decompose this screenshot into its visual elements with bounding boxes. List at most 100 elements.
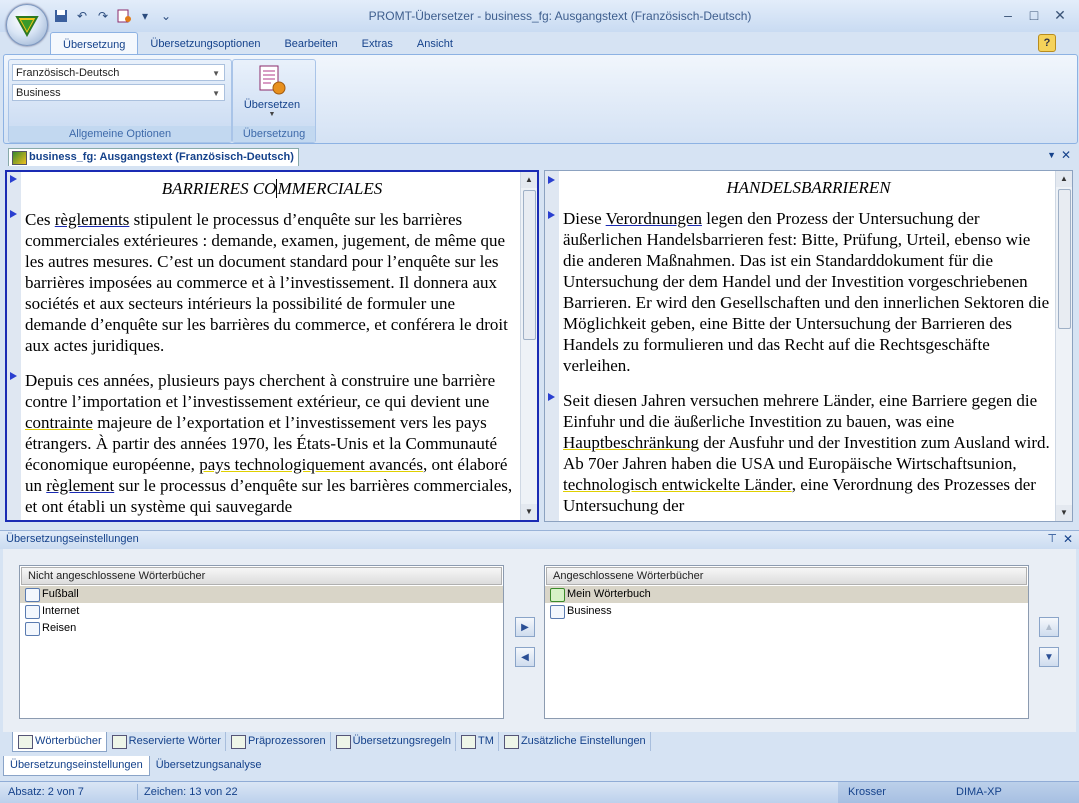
minimize-button[interactable]: – bbox=[994, 4, 1022, 26]
unconnected-dictionaries-list[interactable]: Nicht angeschlossene Wörterbücher Fußbal… bbox=[19, 565, 504, 719]
source-text-pane[interactable]: BARRIERES COMMERCIALES Ces règlements st… bbox=[5, 170, 539, 522]
chevron-down-icon: ▼ bbox=[268, 111, 276, 118]
app-menu-button[interactable] bbox=[6, 4, 48, 46]
language-pair-value: Französisch-Deutsch bbox=[16, 67, 120, 79]
dictionary-icon bbox=[550, 605, 565, 619]
settings-tabs: Wörterbücher Reservierte Wörter Präproze… bbox=[12, 732, 651, 752]
ribbon-tabs: Übersetzung Übersetzungsoptionen Bearbei… bbox=[50, 32, 465, 55]
tab-reservierte-woerter[interactable]: Reservierte Wörter bbox=[107, 732, 226, 751]
highlighted-word: pays technologiquement avancés bbox=[199, 455, 423, 474]
customize-qat-icon[interactable]: ⌄ bbox=[157, 7, 175, 25]
undo-icon[interactable]: ↶ bbox=[73, 7, 91, 25]
status-divider bbox=[137, 784, 138, 800]
paragraph-marker-icon bbox=[548, 211, 555, 219]
close-document-icon[interactable]: ✕ bbox=[1061, 148, 1071, 162]
list-item[interactable]: Business bbox=[545, 603, 1028, 620]
language-pair-select[interactable]: Französisch-Deutsch ▼ bbox=[12, 64, 225, 81]
tab-tm[interactable]: TM bbox=[456, 732, 499, 751]
tab-uebersetzungsregeln[interactable]: Übersetzungsregeln bbox=[331, 732, 457, 751]
settings-tools-icon bbox=[503, 735, 519, 749]
settings-panel-title: Übersetzungseinstellungen bbox=[6, 533, 139, 545]
rules-icon bbox=[335, 735, 351, 749]
tab-bearbeiten[interactable]: Bearbeiten bbox=[272, 32, 349, 54]
source-paragraph-2: Depuis ces années, plusieurs pays cherch… bbox=[25, 371, 513, 516]
subject-value: Business bbox=[16, 87, 61, 99]
list-item[interactable]: Fußball bbox=[20, 586, 503, 603]
dropdown-arrow-icon[interactable]: ▾ bbox=[136, 7, 154, 25]
source-scrollbar[interactable]: ▲ ▼ bbox=[520, 172, 537, 520]
source-paragraph-1: Ces règlements stipulent le processus d’… bbox=[25, 210, 508, 355]
subject-select[interactable]: Business ▼ bbox=[12, 84, 225, 101]
pin-icon[interactable]: ⊤ bbox=[1047, 532, 1057, 545]
list-item[interactable]: Mein Wörterbuch bbox=[545, 586, 1028, 603]
translate-icon bbox=[259, 65, 286, 95]
list-item[interactable]: Reisen bbox=[20, 620, 503, 637]
list-header: Nicht angeschlossene Wörterbücher bbox=[21, 567, 502, 585]
status-paragraph: Absatz: 2 von 7 bbox=[8, 786, 84, 798]
ribbon: Französisch-Deutsch ▼ Business ▼ Allgeme… bbox=[3, 54, 1078, 144]
move-down-button[interactable]: ▼ bbox=[1039, 647, 1059, 667]
document-tab-bar: business_fg: Ausgangstext (Französisch-D… bbox=[3, 148, 1076, 166]
tab-extras[interactable]: Extras bbox=[350, 32, 405, 54]
scroll-thumb[interactable] bbox=[1058, 189, 1071, 329]
translate-button[interactable]: Übersetzen ▼ bbox=[239, 64, 305, 124]
tab-uebersetzungsanalyse[interactable]: Übersetzungsanalyse bbox=[150, 756, 268, 775]
document-tab[interactable]: business_fg: Ausgangstext (Französisch-D… bbox=[8, 148, 299, 166]
close-panel-icon[interactable]: ✕ bbox=[1063, 532, 1073, 546]
unknown-word: règlements bbox=[54, 210, 130, 229]
status-bar: Absatz: 2 von 7 Zeichen: 13 von 22 Kross… bbox=[0, 781, 1079, 803]
target-scrollbar[interactable]: ▲ ▼ bbox=[1055, 171, 1072, 521]
chevron-down-icon: ▼ bbox=[212, 69, 220, 78]
panel-tabs: Übersetzungseinstellungen Übersetzungsan… bbox=[3, 756, 268, 776]
close-button[interactable]: ✕ bbox=[1046, 4, 1074, 26]
paragraph-margin bbox=[7, 172, 21, 520]
highlighted-word: Hauptbeschränkung bbox=[563, 433, 699, 452]
group-label-general: Allgemeine Optionen bbox=[9, 126, 231, 142]
paragraph-marker-icon bbox=[548, 176, 555, 184]
scroll-down-icon[interactable]: ▼ bbox=[1056, 505, 1072, 521]
tab-ansicht[interactable]: Ansicht bbox=[405, 32, 465, 54]
paragraph-marker-icon bbox=[10, 175, 17, 183]
tab-woerterbuecher[interactable]: Wörterbücher bbox=[12, 732, 107, 752]
reserved-words-icon bbox=[111, 735, 127, 749]
promt-logo-icon bbox=[15, 16, 39, 37]
tab-uebersetzung[interactable]: Übersetzung bbox=[50, 32, 139, 55]
scroll-up-icon[interactable]: ▲ bbox=[1056, 171, 1072, 187]
add-dictionary-button[interactable]: ▶ bbox=[515, 617, 535, 637]
status-machine: DIMA-XP bbox=[956, 786, 1002, 798]
source-title: BARRIERES COMMERCIALES bbox=[161, 179, 383, 198]
status-chars: Zeichen: 13 von 22 bbox=[144, 786, 238, 798]
remove-dictionary-button[interactable]: ◀ bbox=[515, 647, 535, 667]
target-text-pane[interactable]: HANDELSBARRIEREN Diese Verordnungen lege… bbox=[544, 170, 1073, 522]
document-tab-label: business_fg: Ausgangstext (Französisch-D… bbox=[29, 151, 294, 163]
status-user: Krosser bbox=[848, 786, 886, 798]
help-icon[interactable]: ? bbox=[1038, 34, 1056, 52]
move-up-button[interactable]: ▲ bbox=[1039, 617, 1059, 637]
tab-praeprozessoren[interactable]: Präprozessoren bbox=[226, 732, 331, 751]
dictionary-icon bbox=[25, 588, 40, 602]
scroll-up-icon[interactable]: ▲ bbox=[521, 172, 537, 188]
scroll-down-icon[interactable]: ▼ bbox=[521, 504, 537, 520]
book-icon bbox=[550, 588, 565, 602]
save-icon[interactable] bbox=[52, 7, 70, 25]
list-item[interactable]: Internet bbox=[20, 603, 503, 620]
tab-uebersetzungseinstellungen[interactable]: Übersetzungseinstellungen bbox=[3, 756, 150, 776]
window-title: PROMT-Übersetzer - business_fg: Ausgangs… bbox=[368, 9, 752, 23]
dictionary-icon bbox=[25, 605, 40, 619]
connected-dictionaries-list[interactable]: Angeschlossene Wörterbücher Mein Wörterb… bbox=[544, 565, 1029, 719]
tab-list-dropdown-icon[interactable]: ▼ bbox=[1047, 150, 1056, 160]
tab-zusaetzliche-einstellungen[interactable]: Zusätzliche Einstellungen bbox=[499, 732, 651, 751]
target-text: HANDELSBARRIEREN Diese Verordnungen lege… bbox=[563, 177, 1054, 530]
highlighted-word: technologisch entwickelte Länder bbox=[563, 475, 792, 494]
translation-group: Übersetzen ▼ Übersetzung bbox=[232, 59, 316, 143]
redo-icon[interactable]: ↷ bbox=[94, 7, 112, 25]
settings-panel: Nicht angeschlossene Wörterbücher Fußbal… bbox=[3, 549, 1076, 732]
source-text: BARRIERES COMMERCIALES Ces règlements st… bbox=[25, 178, 519, 531]
paragraph-marker-icon bbox=[10, 372, 17, 380]
translate-small-icon[interactable] bbox=[115, 7, 133, 25]
maximize-button[interactable]: □ bbox=[1020, 4, 1048, 26]
paragraph-marker-icon bbox=[10, 210, 17, 218]
scroll-thumb[interactable] bbox=[523, 190, 536, 340]
dictionary-icon bbox=[25, 622, 40, 636]
tab-uebersetzungsoptionen[interactable]: Übersetzungsoptionen bbox=[138, 32, 272, 54]
